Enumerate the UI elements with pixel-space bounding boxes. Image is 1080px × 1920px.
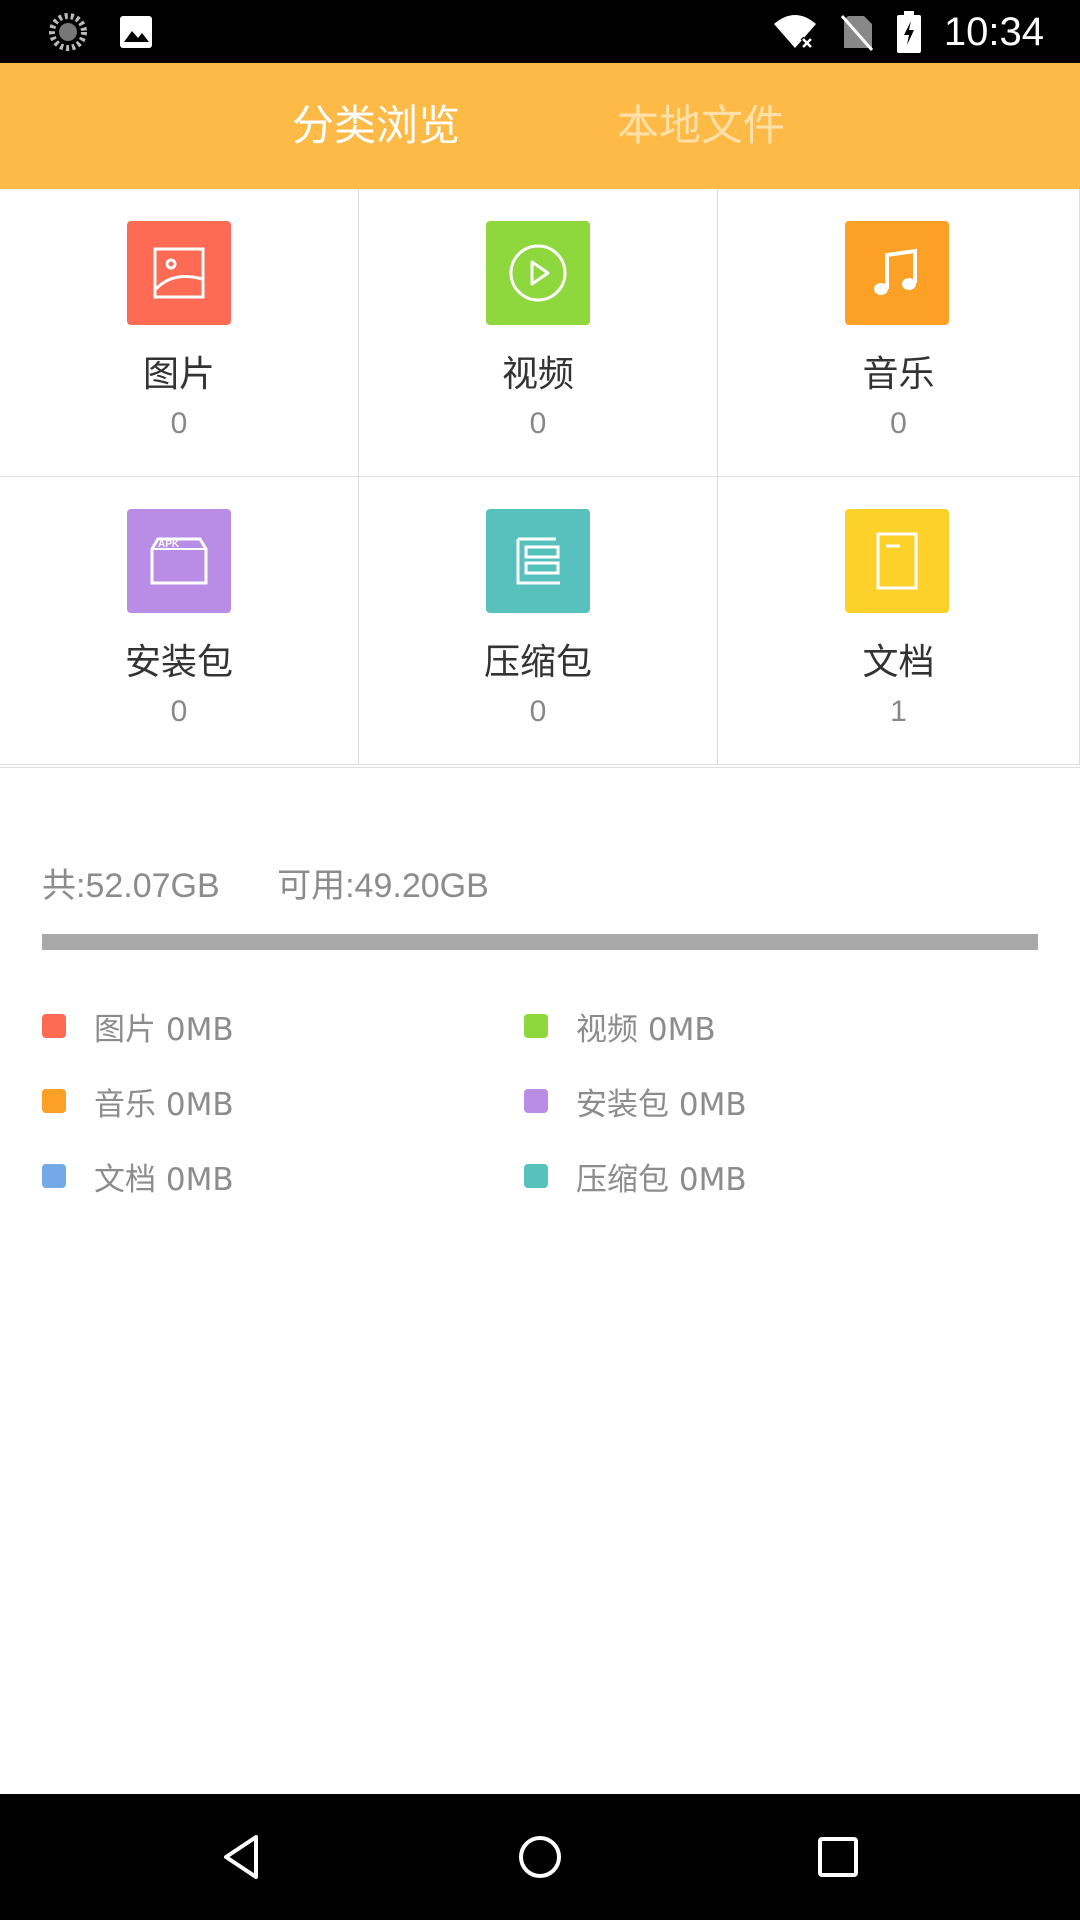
legend-color-swatch <box>42 1014 66 1038</box>
category-count: 1 <box>890 695 907 728</box>
header-tabs: 分类浏览 本地文件 <box>0 63 1080 189</box>
category-label: 安装包 <box>124 642 233 683</box>
navigation-bar <box>0 1794 1080 1920</box>
legend-label: 视频 0MB <box>576 1011 716 1048</box>
category-label: 音乐 <box>862 354 935 395</box>
legend-item-images: 图片 0MB <box>42 1006 234 1048</box>
category-count: 0 <box>170 407 188 440</box>
legend-color-swatch <box>524 1089 548 1113</box>
play-circle-icon <box>486 221 590 325</box>
legend-label: 音乐 0MB <box>94 1086 234 1123</box>
legend-label: 图片 0MB <box>94 1011 234 1048</box>
image-icon <box>120 16 152 48</box>
legend-color-swatch <box>42 1089 66 1113</box>
category-archives[interactable]: 压缩包 0 <box>359 477 718 765</box>
category-count: 0 <box>170 695 188 728</box>
legend-label: 压缩包 0MB <box>576 1161 747 1198</box>
category-documents[interactable]: 文档 1 <box>718 477 1080 765</box>
category-count: 0 <box>529 695 547 728</box>
music-note-icon <box>845 221 949 325</box>
recents-icon[interactable] <box>808 1827 868 1887</box>
storage-total: 共:52.07GB <box>42 867 220 905</box>
wifi-off-icon <box>773 15 816 50</box>
storage-usage-bar <box>42 934 1038 950</box>
storage-available: 可用:49.20GB <box>277 867 489 905</box>
status-bar-system: 10:34 <box>772 8 1044 56</box>
legend-item-videos: 视频 0MB <box>524 1006 716 1048</box>
category-label: 图片 <box>142 354 215 395</box>
status-bar: 10:34 <box>0 0 1080 63</box>
tab-local-files[interactable]: 本地文件 <box>571 63 831 189</box>
legend-color-swatch <box>524 1014 548 1038</box>
archive-icon <box>486 509 590 613</box>
document-icon <box>845 509 949 613</box>
legend-item-archives: 压缩包 0MB <box>524 1156 747 1198</box>
category-label: 压缩包 <box>483 642 592 683</box>
category-videos[interactable]: 视频 0 <box>359 189 718 477</box>
category-count: 0 <box>890 407 907 440</box>
no-sim-icon <box>840 15 874 51</box>
legend-label: 文档 0MB <box>94 1161 234 1198</box>
status-bar-notifications <box>48 12 154 52</box>
apk-box-icon: APK <box>127 509 231 613</box>
storage-summary: 共:52.07GB 可用:49.20GB <box>42 858 489 907</box>
legend-color-swatch <box>524 1164 548 1188</box>
home-icon[interactable] <box>510 1827 570 1887</box>
battery-charging-icon <box>896 11 921 53</box>
category-count: 0 <box>529 407 547 440</box>
svg-text:APK: APK <box>158 539 180 550</box>
legend-label: 安装包 0MB <box>576 1086 747 1123</box>
clock: 10:34 <box>943 10 1044 54</box>
category-label: 视频 <box>501 354 574 395</box>
category-grid: 图片 0 视频 0 音乐 0 APK 安装包 0 压缩包 0 文档 1 <box>0 189 1080 768</box>
category-apk[interactable]: APK 安装包 0 <box>0 477 359 765</box>
category-music[interactable]: 音乐 0 <box>718 189 1080 477</box>
legend-item-music: 音乐 0MB <box>42 1081 234 1123</box>
image-icon <box>127 221 231 325</box>
legend-item-apk: 安装包 0MB <box>524 1081 747 1123</box>
loading-circle-icon <box>49 13 87 51</box>
legend-item-documents: 文档 0MB <box>42 1156 234 1198</box>
category-images[interactable]: 图片 0 <box>0 189 359 477</box>
category-label: 文档 <box>862 642 935 683</box>
legend-color-swatch <box>42 1164 66 1188</box>
back-icon[interactable] <box>212 1827 272 1887</box>
tab-category-browse[interactable]: 分类浏览 <box>246 63 506 189</box>
